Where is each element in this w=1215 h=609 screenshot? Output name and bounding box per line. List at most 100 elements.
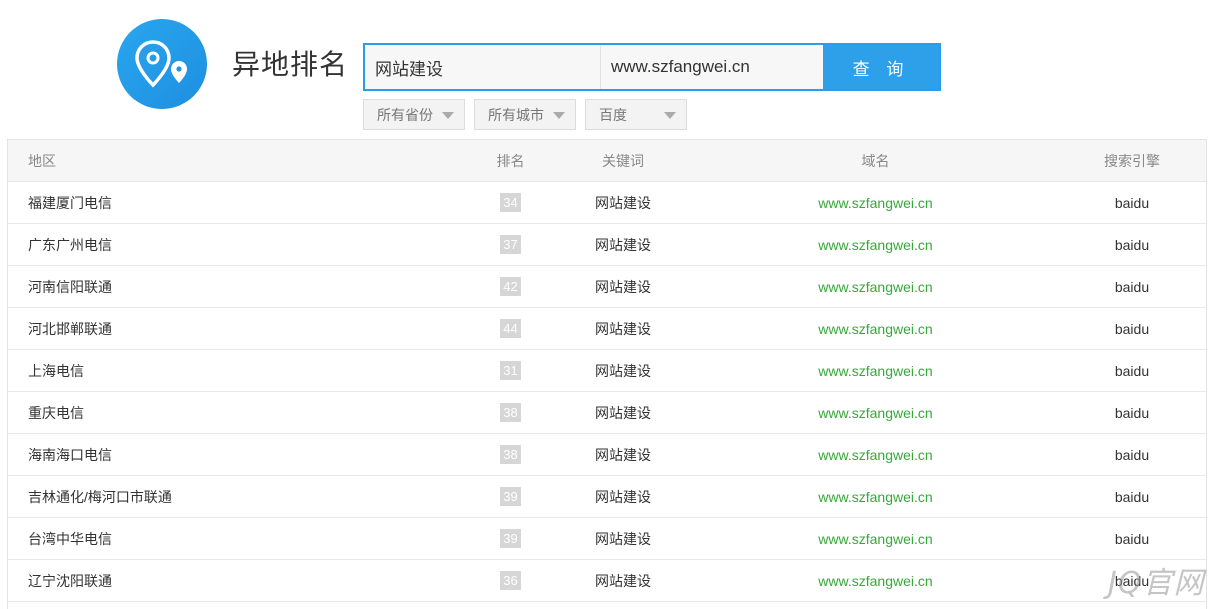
chevron-down-icon: [664, 112, 676, 119]
cell-rank: 38: [468, 403, 553, 422]
cell-region: 广东广州电信: [28, 236, 112, 253]
rank-badge: 42: [500, 277, 521, 296]
column-header-region: 地区: [28, 152, 56, 169]
domain-link[interactable]: www.szfangwei.cn: [818, 195, 932, 211]
cell-engine: baidu: [1114, 362, 1150, 379]
cell-region: 福建厦门电信: [28, 194, 112, 211]
table-row: 重庆电信 38 网站建设 www.szfangwei.cn baidu: [8, 392, 1206, 434]
table-row: 台湾中华电信 39 网站建设 www.szfangwei.cn baidu: [8, 518, 1206, 560]
rank-badge: 37: [500, 235, 521, 254]
cell-keyword: 网站建设: [595, 446, 651, 463]
domain-link[interactable]: www.szfangwei.cn: [818, 573, 932, 589]
cell-domain: www.szfangwei.cn: [693, 321, 1058, 337]
engine-select-label: 百度: [599, 106, 627, 123]
cell-keyword: 网站建设: [595, 236, 651, 253]
cell-rank: 39: [468, 487, 553, 506]
ranking-table: 地区 排名 关键词 域名 搜索引擎 福建厦门电信 34 网站建设 www.szfang…: [7, 139, 1207, 609]
cell-keyword: 网站建设: [595, 404, 651, 421]
cell-domain: www.szfangwei.cn: [693, 447, 1058, 463]
chevron-down-icon: [553, 112, 565, 119]
cell-rank: 44: [468, 319, 553, 338]
column-header-keyword: 关键词: [602, 152, 644, 169]
cell-engine: baidu: [1114, 320, 1150, 337]
filter-bar: 所有省份 所有城市 百度: [363, 99, 687, 130]
cell-region: 河北邯郸联通: [28, 320, 112, 337]
city-select[interactable]: 所有城市: [474, 99, 576, 130]
cell-engine: baidu: [1114, 236, 1150, 253]
location-pin-icon: [135, 40, 187, 88]
domain-link[interactable]: www.szfangwei.cn: [818, 321, 932, 337]
domain-link[interactable]: www.szfangwei.cn: [818, 489, 932, 505]
cell-rank: 31: [468, 361, 553, 380]
cell-engine: baidu: [1114, 488, 1150, 505]
search-button[interactable]: 查 询: [823, 45, 939, 89]
domain-link[interactable]: www.szfangwei.cn: [818, 405, 932, 421]
domain-link[interactable]: www.szfangwei.cn: [818, 363, 932, 379]
cell-keyword: 网站建设: [595, 530, 651, 547]
column-header-domain: 域名: [861, 152, 890, 169]
cell-domain: www.szfangwei.cn: [693, 573, 1058, 589]
cell-engine: baidu: [1114, 446, 1150, 463]
cell-rank: 34: [468, 193, 553, 212]
logo: [117, 19, 207, 109]
cell-engine: baidu: [1114, 404, 1150, 421]
cell-engine: baidu: [1114, 530, 1150, 547]
table-row: 上海电信 31 网站建设 www.szfangwei.cn baidu: [8, 350, 1206, 392]
province-select[interactable]: 所有省份: [363, 99, 465, 130]
cell-region: 海南海口电信: [28, 446, 112, 463]
table-row: 福建厦门电信 34 网站建设 www.szfangwei.cn baidu: [8, 182, 1206, 224]
engine-select[interactable]: 百度: [585, 99, 687, 130]
domain-link[interactable]: www.szfangwei.cn: [818, 531, 932, 547]
cell-domain: www.szfangwei.cn: [693, 531, 1058, 547]
chevron-down-icon: [442, 112, 454, 119]
table-row: 河北邯郸联通 44 网站建设 www.szfangwei.cn baidu: [8, 308, 1206, 350]
table-row: 吉林通化/梅河口市联通 39 网站建设 www.szfangwei.cn baidu: [8, 476, 1206, 518]
cell-engine: baidu: [1114, 278, 1150, 295]
keyword-input[interactable]: [365, 45, 601, 89]
table-row: 河南信阳联通 42 网站建设 www.szfangwei.cn baidu: [8, 266, 1206, 308]
cell-region: 辽宁沈阳联通: [28, 572, 112, 589]
rank-badge: 39: [500, 487, 521, 506]
table-row: 广东广州电信 37 网站建设 www.szfangwei.cn baidu: [8, 224, 1206, 266]
table-row: 辽宁沈阳联通 36 网站建设 www.szfangwei.cn baidu: [8, 560, 1206, 602]
domain-link[interactable]: www.szfangwei.cn: [818, 279, 932, 295]
cell-region: 台湾中华电信: [28, 530, 112, 547]
domain-link[interactable]: www.szfangwei.cn: [818, 447, 932, 463]
domain-input[interactable]: [601, 45, 823, 89]
search-box: 查 询: [363, 43, 941, 91]
rank-badge: 44: [500, 319, 521, 338]
cell-rank: 37: [468, 235, 553, 254]
rank-badge: 31: [500, 361, 521, 380]
cell-domain: www.szfangwei.cn: [693, 279, 1058, 295]
cell-engine: baidu: [1114, 194, 1150, 211]
cell-domain: www.szfangwei.cn: [693, 363, 1058, 379]
cell-region: 吉林通化/梅河口市联通: [28, 488, 172, 505]
rank-badge: 36: [500, 571, 521, 590]
cell-rank: 39: [468, 529, 553, 548]
rank-badge: 38: [500, 403, 521, 422]
province-select-label: 所有省份: [377, 106, 433, 123]
watermark: JQ官网: [1108, 566, 1205, 601]
cell-rank: 38: [468, 445, 553, 464]
rank-badge: 38: [500, 445, 521, 464]
cell-region: 河南信阳联通: [28, 278, 112, 295]
page-title: 异地排名: [232, 49, 349, 80]
city-select-label: 所有城市: [488, 106, 544, 123]
cell-rank: 36: [468, 571, 553, 590]
column-header-rank: 排名: [496, 152, 525, 169]
table-header: 地区 排名 关键词 域名 搜索引擎: [8, 140, 1206, 182]
cell-keyword: 网站建设: [595, 488, 651, 505]
cell-keyword: 网站建设: [595, 362, 651, 379]
column-header-engine: 搜索引擎: [1104, 152, 1160, 169]
table-row: 海南海口电信 38 网站建设 www.szfangwei.cn baidu: [8, 434, 1206, 476]
cell-domain: www.szfangwei.cn: [693, 237, 1058, 253]
cell-domain: www.szfangwei.cn: [693, 489, 1058, 505]
rank-badge: 39: [500, 529, 521, 548]
cell-keyword: 网站建设: [595, 320, 651, 337]
domain-link[interactable]: www.szfangwei.cn: [818, 237, 932, 253]
cell-domain: www.szfangwei.cn: [693, 405, 1058, 421]
cell-rank: 42: [468, 277, 553, 296]
table-body: 福建厦门电信 34 网站建设 www.szfangwei.cn baidu 广东广州电信 3…: [8, 182, 1206, 602]
rank-badge: 34: [500, 193, 521, 212]
cell-region: 重庆电信: [28, 404, 84, 421]
